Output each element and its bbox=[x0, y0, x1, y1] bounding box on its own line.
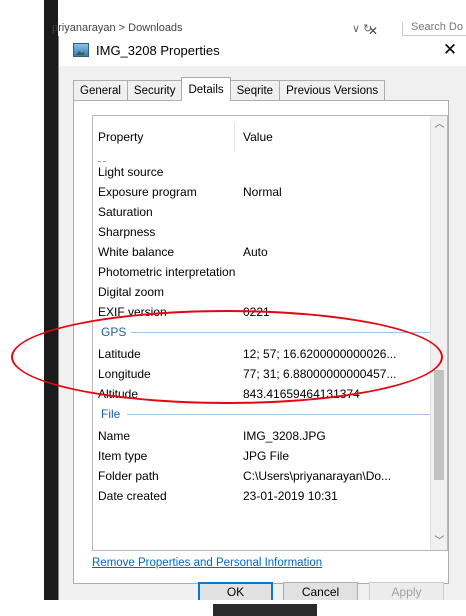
group-label: GPS bbox=[101, 325, 127, 339]
row-folder-path[interactable]: Folder path C:\Users\priyanarayan\Do... bbox=[93, 466, 430, 486]
row-digital-zoom[interactable]: Digital zoom bbox=[93, 282, 430, 302]
row-partial-next bbox=[93, 506, 430, 514]
row-light-source[interactable]: Light source bbox=[93, 162, 430, 182]
property-name: Longitude bbox=[98, 367, 151, 381]
property-value: 12; 57; 16.6200000000026... bbox=[243, 347, 397, 361]
property-name: Altitude bbox=[98, 387, 139, 401]
column-header: Property Value bbox=[93, 116, 430, 156]
properties-list[interactable]: Property Value Light source Exposure pro… bbox=[92, 115, 448, 551]
property-name: Item type bbox=[98, 449, 148, 463]
scroll-up-icon[interactable]: ︿ bbox=[431, 116, 447, 133]
property-value: 843.41659464131374 bbox=[243, 387, 360, 401]
remove-properties-link[interactable]: Remove Properties and Personal Informati… bbox=[92, 557, 322, 569]
property-value: 77; 31; 6.88000000000457... bbox=[243, 367, 397, 381]
property-value: 23-01-2019 10:31 bbox=[243, 489, 338, 503]
vertical-scrollbar[interactable]: ︿ ﹀ bbox=[430, 116, 447, 550]
details-pane: Property Value Light source Exposure pro… bbox=[73, 100, 449, 584]
property-value: C:\Users\priyanarayan\Do... bbox=[243, 469, 392, 483]
explorer-address-bar: priyanarayan > Downloads ✕ ∨ ↻ Search Do bbox=[52, 22, 466, 36]
group-header-file[interactable]: File bbox=[93, 404, 430, 424]
tab-details[interactable]: Details bbox=[181, 77, 231, 101]
group-divider bbox=[127, 414, 430, 415]
refresh-icon[interactable]: ∨ ↻ bbox=[352, 22, 372, 35]
row-exif-version[interactable]: EXIF version 0221 bbox=[93, 302, 430, 322]
row-altitude[interactable]: Altitude 843.41659464131374 bbox=[93, 384, 430, 404]
window-shadow bbox=[44, 0, 58, 616]
property-name: Folder path bbox=[98, 469, 159, 483]
group-divider bbox=[131, 332, 430, 333]
scroll-down-icon[interactable]: ﹀ bbox=[431, 533, 447, 550]
tab-strip: General Security Details Seqrite Previou… bbox=[73, 77, 386, 101]
group-header-gps[interactable]: GPS bbox=[93, 322, 430, 342]
row-photometric-interpretation[interactable]: Photometric interpretation bbox=[93, 262, 430, 282]
tab-security[interactable]: Security bbox=[126, 80, 183, 101]
property-value: Normal bbox=[243, 185, 282, 199]
column-value[interactable]: Value bbox=[243, 130, 273, 144]
row-saturation[interactable]: Saturation bbox=[93, 202, 430, 222]
tab-seqrite[interactable]: Seqrite bbox=[229, 80, 281, 101]
column-separator[interactable] bbox=[234, 122, 235, 152]
title-bar: IMG_3208 Properties ✕ bbox=[59, 36, 466, 66]
image-file-icon bbox=[73, 43, 89, 57]
row-latitude[interactable]: Latitude 12; 57; 16.6200000000026... bbox=[93, 344, 430, 364]
tab-general[interactable]: General bbox=[73, 80, 128, 101]
property-name: Date created bbox=[98, 489, 167, 503]
row-item-type[interactable]: Item type JPG File bbox=[93, 446, 430, 466]
property-name: Light source bbox=[98, 165, 164, 179]
property-name: Digital zoom bbox=[98, 285, 165, 299]
property-value: JPG File bbox=[243, 449, 290, 463]
properties-dialog: IMG_3208 Properties ✕ General Security D… bbox=[58, 36, 466, 603]
property-name: Photometric interpretation bbox=[98, 265, 236, 279]
close-button[interactable]: ✕ bbox=[437, 38, 463, 62]
property-name: Sharpness bbox=[98, 225, 156, 239]
row-name[interactable]: Name IMG_3208.JPG bbox=[93, 426, 430, 446]
property-name: Name bbox=[98, 429, 131, 443]
row-sharpness[interactable]: Sharpness bbox=[93, 222, 430, 242]
property-name: Latitude bbox=[98, 347, 141, 361]
property-name: Exposure program bbox=[98, 185, 197, 199]
property-name: White balance bbox=[98, 245, 175, 259]
property-value: 0221 bbox=[243, 305, 270, 319]
breadcrumb[interactable]: priyanarayan > Downloads bbox=[52, 22, 183, 34]
scroll-thumb[interactable] bbox=[434, 370, 444, 480]
property-name: EXIF version bbox=[98, 305, 167, 319]
row-exposure-program[interactable]: Exposure program Normal bbox=[93, 182, 430, 202]
row-white-balance[interactable]: White balance Auto bbox=[93, 242, 430, 262]
group-label: File bbox=[101, 407, 121, 421]
search-input[interactable]: Search Do bbox=[402, 22, 466, 36]
property-value: Auto bbox=[243, 245, 268, 259]
property-value: IMG_3208.JPG bbox=[243, 429, 326, 443]
tab-previous-versions[interactable]: Previous Versions bbox=[279, 80, 386, 101]
row-date-created[interactable]: Date created 23-01-2019 10:31 bbox=[93, 486, 430, 506]
column-property[interactable]: Property bbox=[98, 130, 143, 144]
row-longitude[interactable]: Longitude 77; 31; 6.88000000000457... bbox=[93, 364, 430, 384]
dialog-title: IMG_3208 Properties bbox=[96, 43, 220, 58]
property-name: Saturation bbox=[98, 205, 153, 219]
taskbar-item bbox=[213, 604, 317, 616]
